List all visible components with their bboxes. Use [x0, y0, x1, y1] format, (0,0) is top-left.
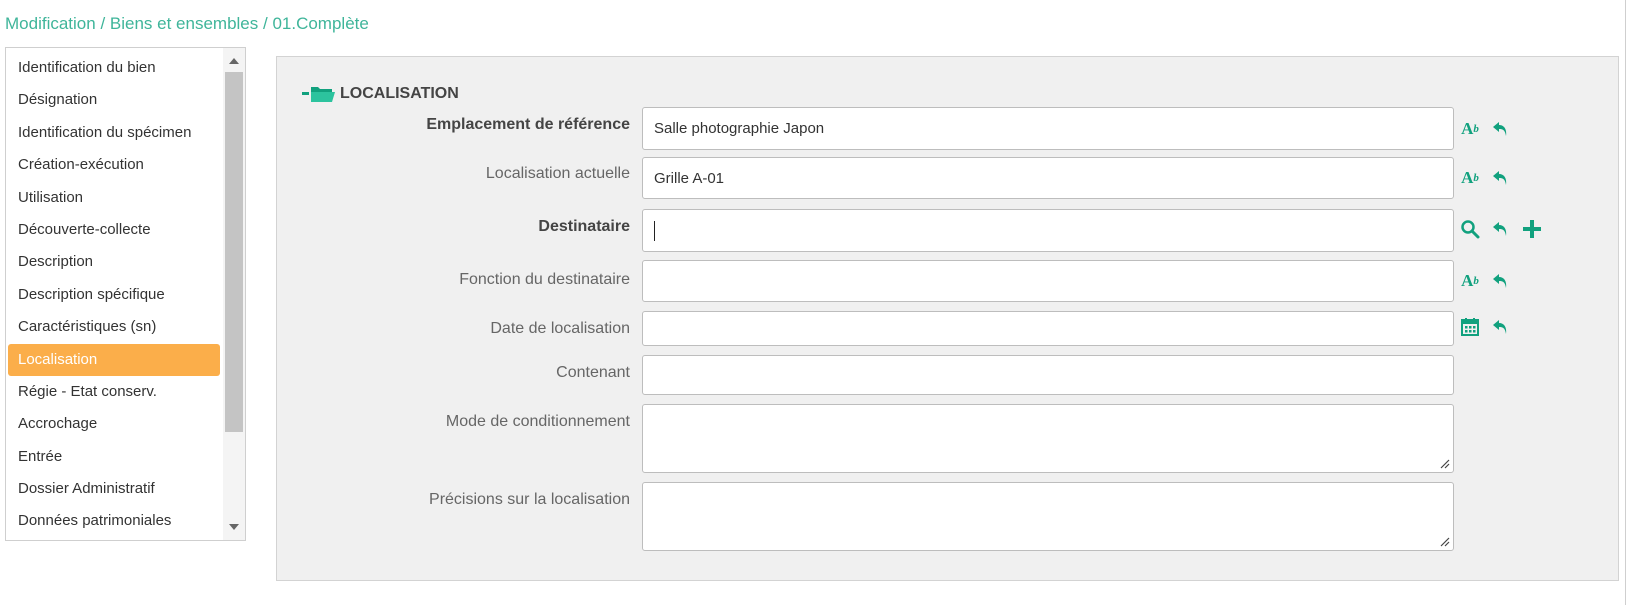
destinataire-label: Destinataire [538, 218, 630, 235]
section-list: Identification du bien Désignation Ident… [5, 47, 246, 541]
breadcrumb: Modification / Biens et ensembles / 01.C… [5, 14, 369, 34]
spellcheck-icon[interactable]: Ab [1460, 119, 1480, 139]
mode-textarea[interactable] [642, 404, 1454, 473]
breadcrumb-item-biens[interactable]: Biens et ensembles [110, 14, 258, 33]
undo-icon[interactable] [1491, 168, 1511, 188]
sidebar-item-description-specifique[interactable]: Description spécifique [8, 279, 220, 311]
sidebar-scrollbar[interactable] [223, 48, 245, 540]
section-title: LOCALISATION [340, 85, 459, 102]
contenant-field[interactable] [642, 355, 1454, 395]
undo-icon[interactable] [1491, 317, 1511, 337]
sidebar-item-utilisation[interactable]: Utilisation [8, 182, 220, 214]
breadcrumb-item-modification[interactable]: Modification [5, 14, 96, 33]
sidebar-item-entree[interactable]: Entrée [8, 441, 220, 473]
date-field[interactable] [642, 311, 1454, 346]
section-list-items: Identification du bien Désignation Ident… [6, 52, 222, 538]
undo-icon[interactable] [1491, 271, 1511, 291]
localisation-actuelle-label: Localisation actuelle [485, 165, 630, 182]
undo-icon[interactable] [1491, 219, 1511, 239]
fonction-label: Fonction du destinataire [459, 271, 630, 288]
arrow-down-icon [229, 524, 239, 530]
localisation-actuelle-value: Grille A-01 [654, 169, 725, 187]
destinataire-field[interactable] [642, 209, 1454, 252]
spellcheck-icon[interactable]: Ab [1460, 168, 1480, 188]
calendar-icon[interactable] [1460, 317, 1480, 337]
breadcrumb-separator: / [258, 14, 273, 33]
window-edge [1625, 0, 1626, 605]
spellcheck-icon[interactable]: Ab [1460, 271, 1480, 291]
undo-icon[interactable] [1491, 119, 1511, 139]
sidebar-item-designation[interactable]: Désignation [8, 84, 220, 116]
mode-label: Mode de conditionnement [445, 413, 630, 430]
folder-open-icon [302, 87, 335, 102]
scroll-thumb[interactable] [225, 72, 243, 432]
date-label: Date de localisation [490, 320, 630, 337]
precisions-textarea[interactable] [642, 482, 1454, 551]
sidebar-item-identification-bien[interactable]: Identification du bien [8, 52, 220, 84]
sidebar-item-decouverte-collecte[interactable]: Découverte-collecte [8, 214, 220, 246]
resize-grip-icon[interactable] [1440, 459, 1450, 469]
sidebar-item-accrochage[interactable]: Accrochage [8, 408, 220, 440]
sidebar-item-donnees-patrimoniales[interactable]: Données patrimoniales [8, 505, 220, 537]
breadcrumb-separator: / [95, 14, 110, 33]
fonction-field[interactable] [642, 260, 1454, 302]
precisions-label: Précisions sur la localisation [429, 491, 630, 508]
add-icon[interactable] [1522, 219, 1542, 239]
localisation-actuelle-field[interactable]: Grille A-01 [642, 157, 1454, 199]
sidebar-item-identification-specimen[interactable]: Identification du spécimen [8, 117, 220, 149]
sidebar-item-creation-execution[interactable]: Création-exécution [8, 149, 220, 181]
contenant-label: Contenant [556, 364, 630, 381]
emplacement-value: Salle photographie Japon [654, 120, 825, 137]
breadcrumb-item-complete: 01.Complète [272, 14, 369, 33]
section-header: LOCALISATION [302, 84, 459, 104]
sidebar-item-localisation[interactable]: Localisation [8, 343, 220, 376]
search-icon[interactable] [1460, 219, 1480, 239]
text-cursor [654, 220, 655, 241]
resize-grip-icon[interactable] [1440, 537, 1450, 547]
scroll-up-button[interactable] [223, 50, 245, 72]
sidebar-item-caracteristiques[interactable]: Caractéristiques (sn) [8, 311, 220, 343]
sidebar-item-dossier-administratif[interactable]: Dossier Administratif [8, 473, 220, 505]
sidebar-item-description[interactable]: Description [8, 246, 220, 278]
arrow-up-icon [229, 58, 239, 64]
scroll-down-button[interactable] [223, 516, 245, 538]
emplacement-label: Emplacement de référence [426, 116, 630, 133]
emplacement-field[interactable]: Salle photographie Japon [642, 107, 1454, 150]
sidebar-item-regie[interactable]: Régie - Etat conserv. [8, 376, 220, 408]
